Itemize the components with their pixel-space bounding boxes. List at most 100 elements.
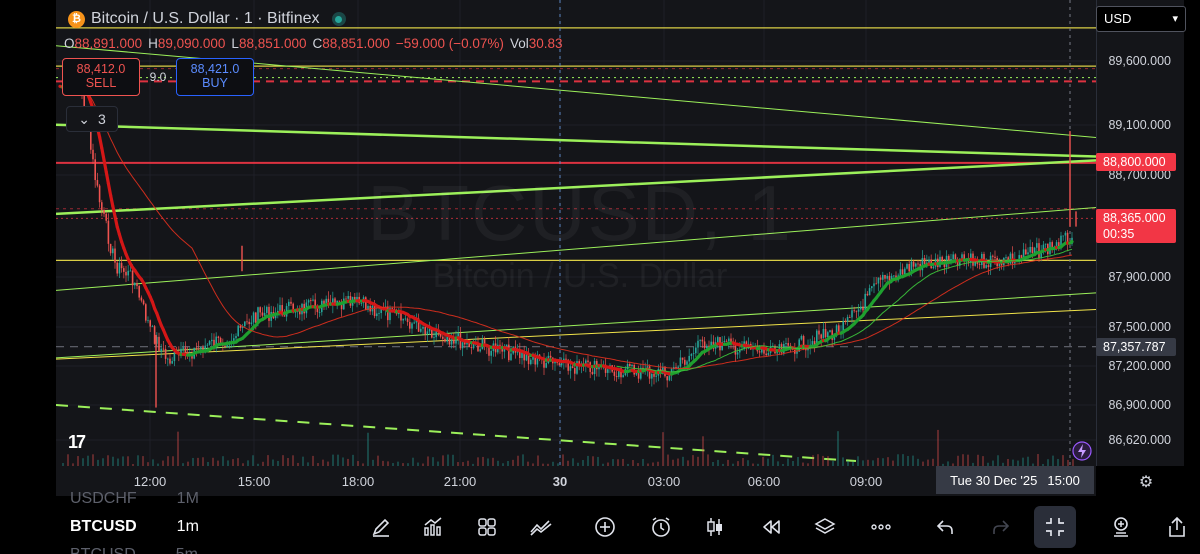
- market-status-icon[interactable]: [331, 12, 346, 26]
- candle-body: [871, 286, 873, 289]
- volume-bar: [857, 456, 859, 466]
- candle-body: [800, 336, 803, 340]
- candle-body: [886, 275, 888, 279]
- candle-body: [1029, 246, 1031, 253]
- candle-body: [283, 315, 286, 317]
- volume-bar: [477, 457, 479, 466]
- volume-bar: [622, 458, 624, 466]
- candle-body: [690, 353, 693, 356]
- watchlist-timeframe: 5m: [176, 546, 198, 554]
- candle-body: [107, 220, 110, 244]
- trade-panel: 88,412.0 SELL 9.0 88,421.0 BUY: [62, 58, 254, 96]
- watchlist-timeframe: 1M: [176, 490, 199, 507]
- candle-body: [653, 373, 655, 377]
- redo-icon[interactable]: [980, 506, 1022, 548]
- alert-price-label[interactable]: 88,800.000: [1096, 153, 1176, 171]
- candle-body: [406, 318, 409, 322]
- candle-body: [294, 311, 297, 313]
- candle-body: [164, 348, 167, 359]
- add-icon[interactable]: [584, 506, 626, 548]
- sell-button[interactable]: 88,412.0 SELL: [62, 58, 140, 96]
- indicators-icon[interactable]: [412, 506, 454, 548]
- moving-average-fast: [100, 146, 106, 162]
- undo-icon[interactable]: [924, 506, 966, 548]
- volume-bar: [612, 459, 614, 466]
- time-tick-label: 12:00: [133, 474, 167, 489]
- watchlist-row[interactable]: USDCHF 1M: [70, 490, 199, 508]
- candle-body: [1062, 235, 1064, 237]
- candle-body: [373, 305, 376, 317]
- symbol-header[interactable]: ₿ Bitcoin / U.S. Dollar · 1 · Bitfinex: [68, 8, 346, 30]
- candle-body: [917, 263, 919, 265]
- volume-bar: [897, 454, 899, 466]
- chart-settings-icon[interactable]: ⚙: [1134, 470, 1158, 494]
- candle-body: [884, 274, 886, 279]
- symbol-title[interactable]: Bitcoin / U.S. Dollar · 1 · Bitfinex: [91, 10, 320, 28]
- replay-icon[interactable]: [750, 506, 792, 548]
- candle-body: [151, 326, 154, 328]
- candle-body: [116, 262, 118, 274]
- candle-body: [426, 331, 429, 335]
- add-alert-icon[interactable]: [1100, 506, 1142, 548]
- candle-body: [404, 318, 407, 320]
- candle-body: [499, 344, 501, 346]
- candle-body: [1044, 243, 1047, 245]
- tradingview-logo[interactable]: 17: [68, 432, 86, 453]
- watchlist-row-active[interactable]: BTCUSD 1m: [70, 518, 199, 536]
- candle-body: [530, 359, 532, 365]
- volume-bar: [877, 457, 879, 466]
- moving-average-fast: [97, 135, 104, 150]
- candle-body: [162, 348, 165, 350]
- indicators-toggle[interactable]: ⌄ 3: [66, 106, 118, 132]
- watchlist: USDCHF 1M BTCUSD 1m BTCUSD 5m: [56, 490, 306, 554]
- candle-body: [299, 311, 301, 315]
- volume-bar: [347, 458, 349, 466]
- candle-body: [607, 369, 609, 373]
- candle-body: [345, 298, 347, 300]
- candle-body: [697, 340, 699, 348]
- candle-body: [92, 149, 94, 160]
- ohlc-legend: O88,891.000 H89,090.000 L88,851.000 C88,…: [64, 36, 563, 51]
- low-value: 88,851.000: [238, 36, 307, 51]
- candle-body: [851, 310, 853, 318]
- compare-icon[interactable]: [520, 506, 562, 548]
- alert-clock-icon[interactable]: [640, 506, 682, 548]
- watchlist-row[interactable]: BTCUSD 5m: [70, 546, 198, 554]
- candle-body: [565, 358, 567, 360]
- volume-bar: [442, 455, 444, 466]
- low-label: L: [231, 36, 239, 51]
- candle-body: [134, 282, 136, 286]
- buy-button[interactable]: 88,421.0 BUY: [176, 58, 254, 96]
- time-tick-label: 30: [552, 474, 568, 489]
- volume-bar: [202, 457, 204, 466]
- time-tick-label: 21:00: [443, 474, 477, 489]
- volume-bar: [827, 456, 829, 466]
- candle-body: [736, 352, 739, 355]
- layers-icon[interactable]: [804, 506, 846, 548]
- volume-label: Vol: [509, 36, 529, 51]
- candle-body: [679, 357, 682, 367]
- candle-body: [846, 317, 849, 322]
- fullscreen-icon[interactable]: [1034, 506, 1076, 548]
- volume-bar: [287, 458, 289, 466]
- templates-grid-icon[interactable]: [466, 506, 508, 548]
- candle-style-icon[interactable]: [694, 506, 736, 548]
- candle-body: [109, 243, 112, 254]
- candle-body: [695, 347, 697, 354]
- volume-bar: [932, 458, 934, 466]
- volume-bar: [997, 455, 999, 466]
- candle-body: [928, 259, 930, 263]
- share-icon[interactable]: [1156, 506, 1198, 548]
- currency-select[interactable]: USD ▾: [1096, 6, 1186, 32]
- more-icon[interactable]: [860, 506, 902, 548]
- candle-body: [131, 270, 134, 286]
- candle-body: [873, 283, 875, 287]
- bitcoin-icon: ₿: [68, 10, 85, 28]
- drawing-pen-icon[interactable]: [360, 506, 402, 548]
- volume-bar: [562, 454, 564, 466]
- volume-bar: [252, 455, 254, 466]
- candle-body: [167, 358, 169, 360]
- candle-body: [901, 269, 904, 275]
- candle-body: [360, 302, 363, 304]
- candle-body: [259, 307, 261, 313]
